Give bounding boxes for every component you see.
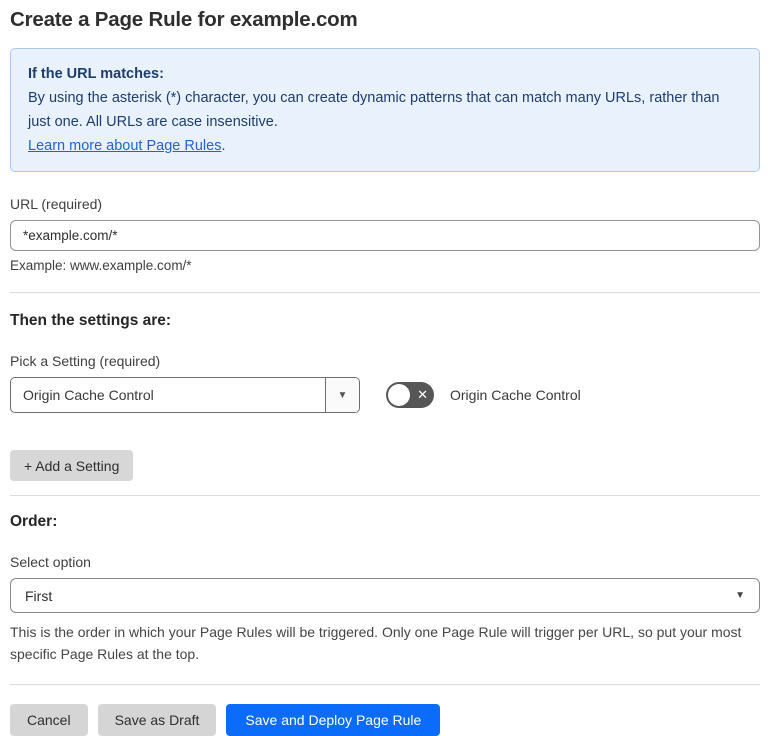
toggle-off-x-icon: ✕ bbox=[417, 387, 428, 403]
footer-actions: Cancel Save as Draft Save and Deploy Pag… bbox=[10, 704, 760, 736]
order-help-text: This is the order in which your Page Rul… bbox=[10, 624, 742, 662]
origin-cache-control-toggle[interactable]: ✕ bbox=[386, 382, 434, 408]
toggle-label: Origin Cache Control bbox=[450, 387, 581, 403]
learn-more-link[interactable]: Learn more about Page Rules bbox=[28, 138, 221, 154]
url-example-text: Example: www.example.com/* bbox=[10, 258, 192, 273]
divider bbox=[10, 495, 760, 496]
page-title: Create a Page Rule for example.com bbox=[10, 8, 358, 31]
divider bbox=[10, 292, 760, 293]
url-input[interactable] bbox=[10, 220, 760, 251]
caret-down-icon: ▼ bbox=[735, 590, 745, 601]
divider bbox=[10, 684, 760, 685]
save-and-deploy-button[interactable]: Save and Deploy Page Rule bbox=[226, 704, 441, 736]
setting-row: Origin Cache Control ▼ ✕ Origin Cache Co… bbox=[10, 377, 760, 413]
page-rule-form: Create a Page Rule for example.com If th… bbox=[0, 0, 770, 736]
order-select-label: Select option bbox=[10, 554, 91, 570]
url-field-group: URL (required) Example: www.example.com/… bbox=[10, 196, 760, 273]
toggle-knob bbox=[388, 384, 410, 406]
setting-select-value: Origin Cache Control bbox=[23, 387, 154, 403]
info-box-heading: If the URL matches: bbox=[28, 66, 164, 82]
setting-select-caret-button[interactable]: ▼ bbox=[325, 378, 359, 412]
order-select[interactable]: First ▼ bbox=[10, 578, 760, 613]
add-setting-button[interactable]: + Add a Setting bbox=[10, 450, 134, 481]
pick-setting-label: Pick a Setting (required) bbox=[10, 353, 161, 369]
setting-select[interactable]: Origin Cache Control ▼ bbox=[10, 377, 360, 413]
save-as-draft-button[interactable]: Save as Draft bbox=[97, 704, 217, 736]
info-box-body: By using the asterisk (*) character, you… bbox=[28, 90, 720, 130]
cancel-button[interactable]: Cancel bbox=[10, 704, 88, 736]
info-box-link-line: Learn more about Page Rules. bbox=[28, 134, 742, 158]
url-field-label: URL (required) bbox=[10, 196, 103, 212]
link-suffix: . bbox=[221, 138, 226, 154]
caret-down-icon: ▼ bbox=[337, 389, 348, 401]
settings-section-heading: Then the settings are: bbox=[10, 312, 172, 329]
url-match-info-box: If the URL matches: By using the asteris… bbox=[10, 48, 760, 172]
order-select-value: First bbox=[25, 587, 53, 604]
order-section-heading: Order: bbox=[10, 513, 58, 530]
